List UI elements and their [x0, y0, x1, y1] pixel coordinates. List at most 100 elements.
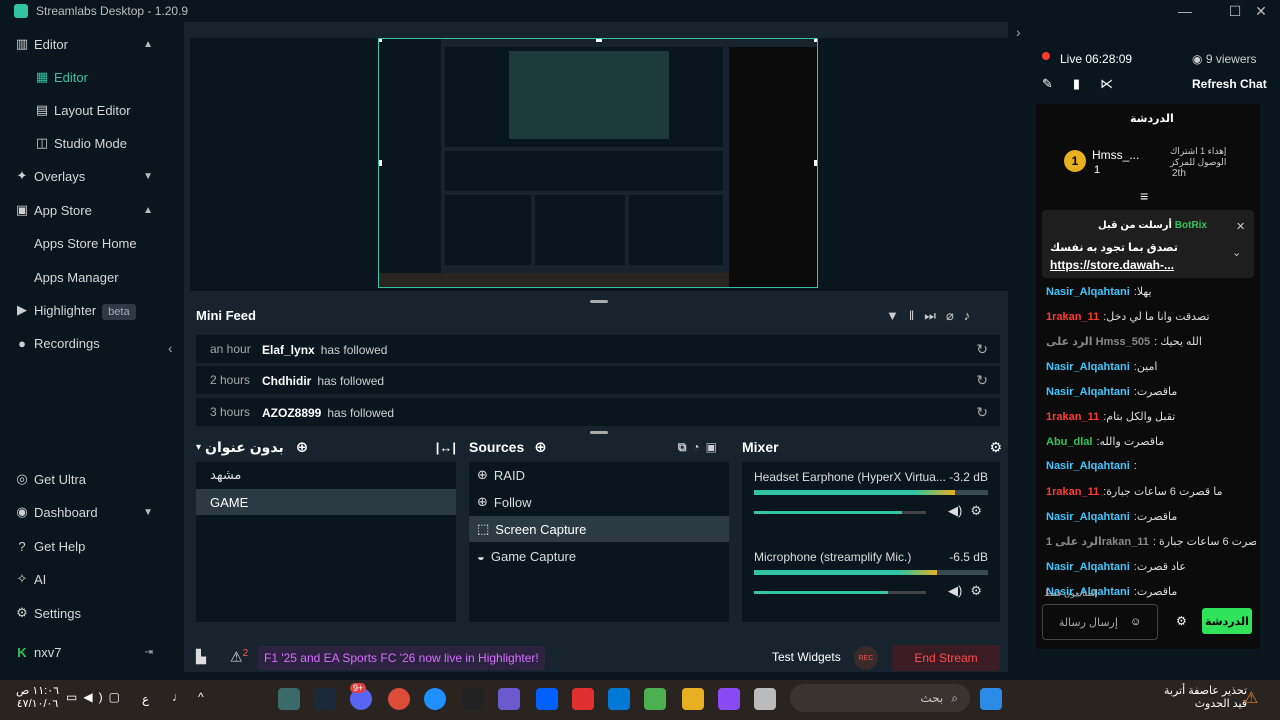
replay-icon[interactable]: ↻ [976, 341, 988, 358]
collapse-sidebar-icon[interactable]: ‹ [168, 340, 173, 356]
stats-icon[interactable]: ▙ [196, 649, 206, 665]
volume-icon[interactable]: ◀) [83, 690, 108, 704]
source-item[interactable]: ◒ Game Capture [469, 543, 729, 569]
sidebar-item-overlays[interactable]: ✦ Overlays ▼ [0, 161, 167, 191]
chevron-down-icon[interactable]: ⌄ [1232, 246, 1241, 259]
sidebar-item-editor[interactable]: ▦ Editor [0, 62, 167, 92]
edge-icon[interactable] [424, 688, 446, 710]
transition-icon[interactable]: |↔| [436, 440, 456, 455]
add-folder-icon[interactable]: ▣ [706, 440, 723, 454]
resize-handle[interactable] [590, 300, 608, 303]
source-tools[interactable]: ⧉◔▣ [678, 440, 723, 455]
gear-icon[interactable]: ⚙ [989, 439, 1002, 456]
camera-icon[interactable]: ▮ [1073, 76, 1100, 91]
pause-icon[interactable]: ‖ [909, 308, 924, 323]
steam-icon[interactable] [314, 688, 336, 710]
maximize-icon[interactable]: ☐ [1222, 0, 1248, 22]
language-indicator[interactable]: ع [142, 692, 149, 706]
sidebar-item-get-help[interactable]: ? Get Help [0, 531, 167, 561]
replay-icon[interactable]: ↻ [976, 372, 988, 389]
sidebar-item-settings[interactable]: ⚙ Settings [0, 598, 167, 628]
filter-icon[interactable]: ▼ [886, 308, 909, 323]
chevron-up-icon[interactable]: ^ [198, 690, 204, 704]
chat-username[interactable]: 1rakan_11 [1046, 311, 1099, 323]
chat-username[interactable]: Nasir_Alqahtani [1046, 511, 1130, 523]
sidebar-item-editor-group[interactable]: ▥ Editor ▲ [0, 29, 167, 59]
audio-icon[interactable]: ◔ [692, 440, 705, 454]
replay-icon[interactable]: ↻ [976, 404, 988, 421]
volume-icon[interactable]: ♪ [964, 308, 981, 323]
sidebar-item-ai[interactable]: ✧ AI [0, 564, 167, 594]
chat-username[interactable]: Abu_dlal [1046, 436, 1092, 448]
sidebar-item-layout-editor[interactable]: ▤ Layout Editor [0, 95, 167, 125]
sidebar-item-recordings[interactable]: ● Recordings [0, 328, 167, 358]
sidebar-item-get-ultra[interactable]: ◎ Get Ultra [0, 464, 167, 494]
source-item[interactable]: ⬚ Screen Capture [469, 516, 729, 542]
source-item[interactable]: ⊕ RAID [469, 462, 729, 488]
sidebar-user[interactable]: K nxv7 ⇥ [0, 637, 167, 667]
chat-username[interactable]: الرد على 1rakan_11 [1046, 536, 1149, 548]
streamlabs-app-icon[interactable] [278, 688, 300, 710]
gear-icon[interactable]: ⚙ [970, 503, 982, 519]
tray-icons[interactable]: ▭◀)▢ [66, 690, 126, 704]
scene-item[interactable]: مشهد [196, 462, 456, 488]
resize-handle[interactable] [590, 431, 608, 434]
sidebar-item-highlighter[interactable]: ▶ Highlighter beta [0, 295, 167, 325]
add-scene-icon[interactable]: ⊕ [296, 438, 309, 456]
epic-games-icon[interactable] [462, 688, 484, 710]
speaker-icon[interactable]: ◀) [948, 503, 962, 519]
emoji-icon[interactable]: ☺ [1130, 616, 1141, 628]
mini-feed-controls[interactable]: ▼‖⏭⌀♪ [886, 308, 980, 324]
skip-icon[interactable]: ⏭ [924, 308, 946, 323]
send-chat-button[interactable]: الدردشة [1202, 608, 1252, 634]
test-widgets-button[interactable]: Test Widgets [772, 650, 841, 664]
chat-username[interactable]: Nasir_Alqahtani [1046, 361, 1130, 373]
close-icon[interactable]: ✕ [1248, 0, 1274, 22]
scene-item[interactable]: GAME [196, 489, 456, 515]
mute-alert-icon[interactable]: ⌀ [946, 308, 964, 323]
chat-tools[interactable]: ✎▮⋉ [1042, 76, 1133, 92]
gear-icon[interactable]: ⚙ [970, 583, 982, 599]
dropbox-icon[interactable] [536, 688, 558, 710]
app-icon[interactable] [754, 688, 776, 710]
logout-icon[interactable]: ⇥ [145, 647, 153, 658]
add-source-icon[interactable]: ⊕ [534, 438, 547, 456]
weather-widget[interactable]: تحذير عاصفة أتربة قيد الحدوث [1164, 684, 1247, 710]
chrome-icon[interactable] [388, 688, 410, 710]
sidebar-item-apps-store-home[interactable]: Apps Store Home [0, 228, 167, 258]
chat-username[interactable]: الرد على Hmss_505 [1046, 336, 1150, 348]
source-item[interactable]: ⊕ Follow [469, 489, 729, 515]
alert-icon[interactable]: ⚠2 [230, 648, 248, 666]
gear-icon[interactable]: ⚙ [1176, 614, 1187, 628]
chat-username[interactable]: Nasir_Alqahtani [1046, 386, 1130, 398]
rec-button[interactable]: REC [854, 646, 878, 670]
promo-banner[interactable]: F1 '25 and EA Sports FC '26 now live in … [258, 646, 545, 670]
store-icon[interactable] [644, 688, 666, 710]
end-stream-button[interactable]: End Stream [892, 645, 1000, 671]
unpin-icon[interactable]: ✕ [1236, 220, 1245, 233]
sidebar-item-apps-manager[interactable]: Apps Manager [0, 262, 167, 292]
scene-collection-title[interactable]: بدون عنوان [205, 439, 284, 456]
app-icon[interactable] [572, 688, 594, 710]
volume-slider[interactable] [754, 590, 926, 594]
screen-capture-source[interactable] [378, 38, 818, 288]
chat-username[interactable]: Nasir_Alqahtani [1046, 460, 1130, 472]
chat-username[interactable]: Nasir_Alqahtani [1046, 561, 1130, 573]
network-icon[interactable]: ▢ [109, 690, 126, 704]
windows-start-icon[interactable] [980, 688, 1002, 710]
chat-username[interactable]: 1rakan_11 [1046, 411, 1099, 423]
folder-link-icon[interactable]: ⧉ [678, 440, 693, 454]
outlook-icon[interactable] [608, 688, 630, 710]
chat-input[interactable]: إرسال رسالة ☺ [1042, 604, 1158, 640]
sidebar-item-dashboard[interactable]: ◉ Dashboard ▼ [0, 497, 167, 527]
copilot-icon[interactable] [718, 688, 740, 710]
share-icon[interactable]: ⋉ [1100, 76, 1133, 91]
menu-icon[interactable]: ≡ [1140, 188, 1148, 204]
clock[interactable]: ١١:٠٦ ص ٤٧/١٠/٠٦ [16, 684, 59, 710]
chat-username[interactable]: 1rakan_11 [1046, 486, 1099, 498]
refresh-chat-button[interactable]: Refresh Chat [1192, 77, 1267, 91]
pinned-link[interactable]: https://store.dawah-... [1050, 258, 1174, 272]
battery-icon[interactable]: ▭ [66, 690, 83, 704]
sidebar-item-studio-mode[interactable]: ◫ Studio Mode [0, 128, 167, 158]
file-explorer-icon[interactable] [682, 688, 704, 710]
